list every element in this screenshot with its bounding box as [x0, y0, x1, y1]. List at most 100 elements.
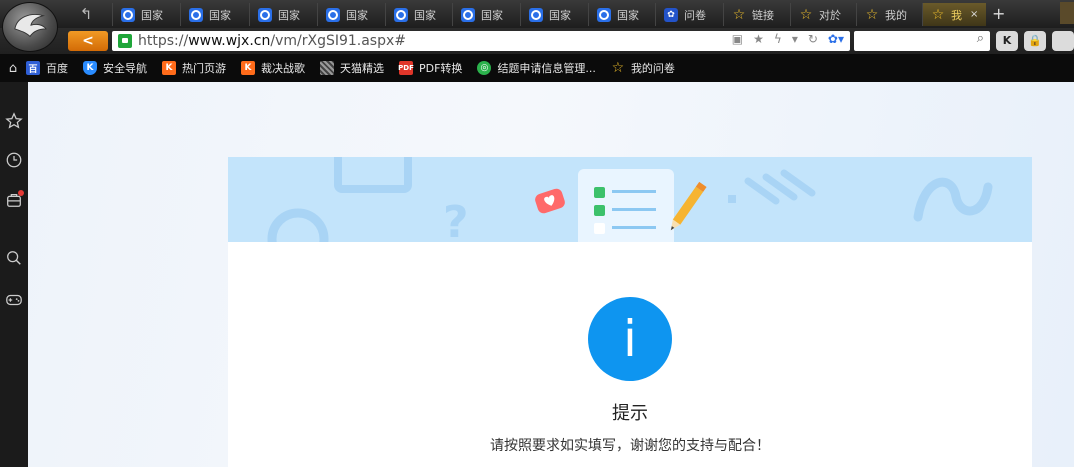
- blue-eye-icon: [189, 7, 203, 22]
- blue-eye-icon: [597, 7, 611, 22]
- tab-label: 我: [951, 8, 962, 22]
- browser-tab[interactable]: 国家: [112, 3, 180, 26]
- reload-icon[interactable]: ↻: [808, 32, 818, 46]
- back-button[interactable]: <: [68, 31, 108, 51]
- secure-lock-icon: [118, 34, 132, 48]
- tip-message: 请按照要求如实填写，谢谢您的支持与配合！: [490, 438, 770, 454]
- browser-tab[interactable]: ☆ 链接: [723, 3, 790, 26]
- tab-label: 国家: [346, 8, 368, 22]
- info-letter: i: [623, 310, 637, 368]
- browser-tab[interactable]: ☆ 对於: [790, 3, 856, 26]
- browser-tab[interactable]: 国家: [249, 3, 317, 26]
- search-engine-paw-icon[interactable]: ✿▾: [828, 32, 844, 46]
- close-tab-icon[interactable]: ×: [970, 9, 978, 20]
- survey-card: ? i 提示 请按照要求如实填写，谢谢您的支持与配合！: [228, 157, 1032, 467]
- screenshot-icon[interactable]: ▣: [732, 32, 743, 46]
- kk-icon: K: [241, 61, 255, 75]
- k-extension-button[interactable]: K: [996, 31, 1018, 51]
- blue-eye-icon: [461, 7, 475, 22]
- shield-icon: K: [83, 61, 97, 75]
- browser-tab[interactable]: 国家: [317, 3, 385, 26]
- svg-text:?: ?: [443, 197, 469, 242]
- tab-label: 链接: [752, 8, 774, 22]
- tab-label: 国家: [481, 8, 503, 22]
- lightning-icon[interactable]: ϟ: [774, 32, 782, 46]
- browser-tab[interactable]: 国家: [180, 3, 249, 26]
- tab-label: 国家: [209, 8, 231, 22]
- bookmark-label: PDF转换: [419, 62, 463, 75]
- star-icon: ☆: [799, 6, 813, 23]
- dropdown-arrow-icon[interactable]: ▾: [792, 32, 798, 46]
- browser-tab[interactable]: 国家: [588, 3, 655, 26]
- bookmark-label: 裁决战歌: [261, 62, 305, 75]
- survey-banner: ?: [228, 157, 1032, 242]
- tab-label: 国家: [141, 8, 163, 22]
- window-corner-button[interactable]: [1060, 2, 1074, 24]
- star2-icon: ☆: [611, 60, 625, 76]
- bookmark-item[interactable]: K 裁决战歌: [241, 60, 305, 76]
- browser-logo-icon[interactable]: [2, 2, 58, 52]
- blue-eye-icon: [529, 7, 543, 22]
- bookmark-item[interactable]: ☆ 我的问卷: [611, 60, 675, 76]
- bookmark-label: 天猫精选: [340, 62, 384, 75]
- browser-tab[interactable]: 国家: [520, 3, 588, 26]
- bookmark-item[interactable]: K 安全导航: [83, 60, 147, 76]
- browser-tab[interactable]: 国家: [385, 3, 452, 26]
- pdf-icon: PDF: [398, 61, 414, 75]
- favorites-star-icon[interactable]: [0, 109, 28, 133]
- back-history-icon[interactable]: ↰: [76, 4, 96, 24]
- bookmark-label: 安全导航: [103, 62, 147, 75]
- tip-title: 提示: [612, 403, 648, 424]
- blue-eye-icon: [394, 7, 408, 22]
- paw-icon: ✿: [664, 7, 678, 22]
- tab-label: 对於: [819, 8, 841, 22]
- kk-icon: K: [162, 61, 176, 75]
- star-icon: ☆: [865, 6, 879, 23]
- tab-label: 国家: [278, 8, 300, 22]
- tmall-icon: [320, 61, 334, 75]
- browser-tab[interactable]: 国家: [452, 3, 520, 26]
- more-extension-button[interactable]: [1052, 31, 1074, 51]
- search-box[interactable]: ⌕: [854, 31, 990, 51]
- blue-eye-icon: [121, 7, 135, 22]
- bookmark-label: 结题申请信息管理...: [497, 62, 596, 75]
- bookmark-item[interactable]: 百百度: [26, 60, 68, 76]
- favorite-star-icon[interactable]: ★: [753, 32, 764, 46]
- bookmark-item[interactable]: PDF PDF转换: [398, 60, 463, 76]
- baidu-icon: 百: [26, 61, 40, 75]
- home-icon[interactable]: ⌂: [4, 61, 22, 76]
- bookmark-item[interactable]: ◎ 结题申请信息管理...: [477, 60, 596, 76]
- bookmark-label: 热门页游: [182, 62, 226, 75]
- tab-label: 问卷: [684, 8, 706, 22]
- tab-strip: ↰ 国家 国家 国家 国家 国家 国家 国家 国家 ✿ 问卷 ☆ 链接 ☆ 对於 ☆ 我的 ☆ 我 × +: [0, 0, 1074, 52]
- info-icon: i: [588, 297, 672, 381]
- toolbox-icon[interactable]: [0, 188, 28, 212]
- history-clock-icon[interactable]: [0, 148, 28, 172]
- browser-tab[interactable]: ☆ 我的: [856, 3, 922, 26]
- url-tools: ▣ ★ ϟ ▾ ↻ ✿▾: [732, 32, 844, 46]
- banner-illustration-icon: ?: [267, 157, 993, 242]
- lock-extension-button[interactable]: 🔒: [1024, 31, 1046, 51]
- bookmark-item[interactable]: 天猫精选: [320, 60, 384, 76]
- tab-label: 国家: [549, 8, 571, 22]
- bookmark-label: 我的问卷: [630, 62, 675, 75]
- bookmark-label: 百度: [46, 62, 68, 75]
- bookmark-item[interactable]: K 热门页游: [162, 60, 226, 76]
- browser-tab[interactable]: ☆ 我 ×: [922, 3, 986, 26]
- star-icon: ☆: [732, 6, 746, 23]
- blue-eye-icon: [258, 7, 272, 22]
- new-tab-button[interactable]: +: [992, 4, 1005, 23]
- left-sidebar: [0, 82, 28, 467]
- search-side-icon[interactable]: [0, 246, 28, 270]
- blue-eye-icon: [326, 7, 340, 22]
- url-text[interactable]: https://www.wjx.cn/vm/rXgSI91.aspx#: [138, 33, 406, 49]
- notification-dot: [18, 190, 24, 196]
- search-icon[interactable]: ⌕: [977, 31, 984, 46]
- url-bar[interactable]: https://www.wjx.cn/vm/rXgSI91.aspx# ▣ ★ …: [112, 31, 850, 51]
- star-icon: ☆: [931, 6, 945, 23]
- bookmarks-bar: ⌂ 百百度 K 安全导航 K 热门页游 K 裁决战歌 天猫精选 PDF PDF转换 ◎ 结题申请信息管…: [0, 54, 1074, 82]
- browser-tab[interactable]: ✿ 问卷: [655, 3, 723, 26]
- address-toolbar: < https://www.wjx.cn/vm/rXgSI91.aspx# ▣ …: [0, 28, 1074, 54]
- green-icon: ◎: [477, 61, 492, 75]
- gamepad-icon[interactable]: [0, 288, 28, 312]
